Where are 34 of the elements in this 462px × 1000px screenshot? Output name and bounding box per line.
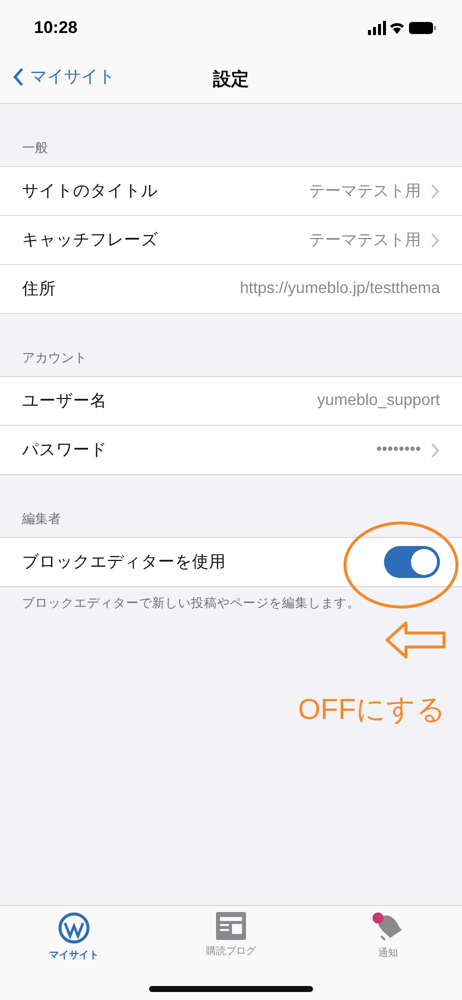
- row-label: ブロックエディターを使用: [22, 551, 226, 573]
- row-value: yumeblo_support: [317, 392, 440, 410]
- wordpress-logo-icon: [58, 912, 90, 944]
- annotation-arrow: [384, 620, 446, 660]
- signal-icon: [368, 20, 386, 34]
- row-label: 住所: [22, 278, 56, 300]
- wifi-icon: [390, 22, 404, 34]
- row-value: ••••••••: [376, 441, 421, 459]
- chevron-icon: [431, 232, 440, 248]
- back-link[interactable]: マイサイト: [12, 65, 115, 88]
- nav-title: 設定: [213, 68, 249, 91]
- chevron-icon: [431, 442, 440, 458]
- back-chevron-icon: [12, 66, 24, 86]
- row-value: テーマテスト用: [309, 182, 421, 202]
- row-label: キャッチフレーズ: [22, 229, 158, 251]
- toggle-switch[interactable]: [384, 546, 440, 578]
- tab-item[interactable]: マイサイト: [44, 912, 104, 962]
- annotation-text: OFFにする: [298, 693, 446, 728]
- section-footer: ブロックエディターで新しい投稿やページを編集します。: [22, 595, 440, 612]
- chevron-icon: [431, 184, 440, 198]
- section-header: 一般: [22, 140, 48, 157]
- bell-icon: [372, 912, 404, 942]
- section-header: アカウント: [22, 350, 87, 367]
- newspaper-icon: [216, 912, 246, 940]
- row-label: ユーザー名: [22, 390, 107, 412]
- battery-icon: [409, 22, 436, 34]
- row-value: https://yumeblo.jp/testthema: [240, 280, 440, 298]
- row-label: サイトのタイトル: [22, 180, 158, 202]
- status-time: 10:28: [34, 18, 78, 38]
- section-header: 編集者: [22, 511, 61, 528]
- row-value: テーマテスト用: [309, 230, 421, 250]
- tab-item[interactable]: 通知: [358, 912, 418, 962]
- tab-item[interactable]: 購読ブログ: [201, 912, 261, 962]
- row-label: パスワード: [22, 439, 107, 461]
